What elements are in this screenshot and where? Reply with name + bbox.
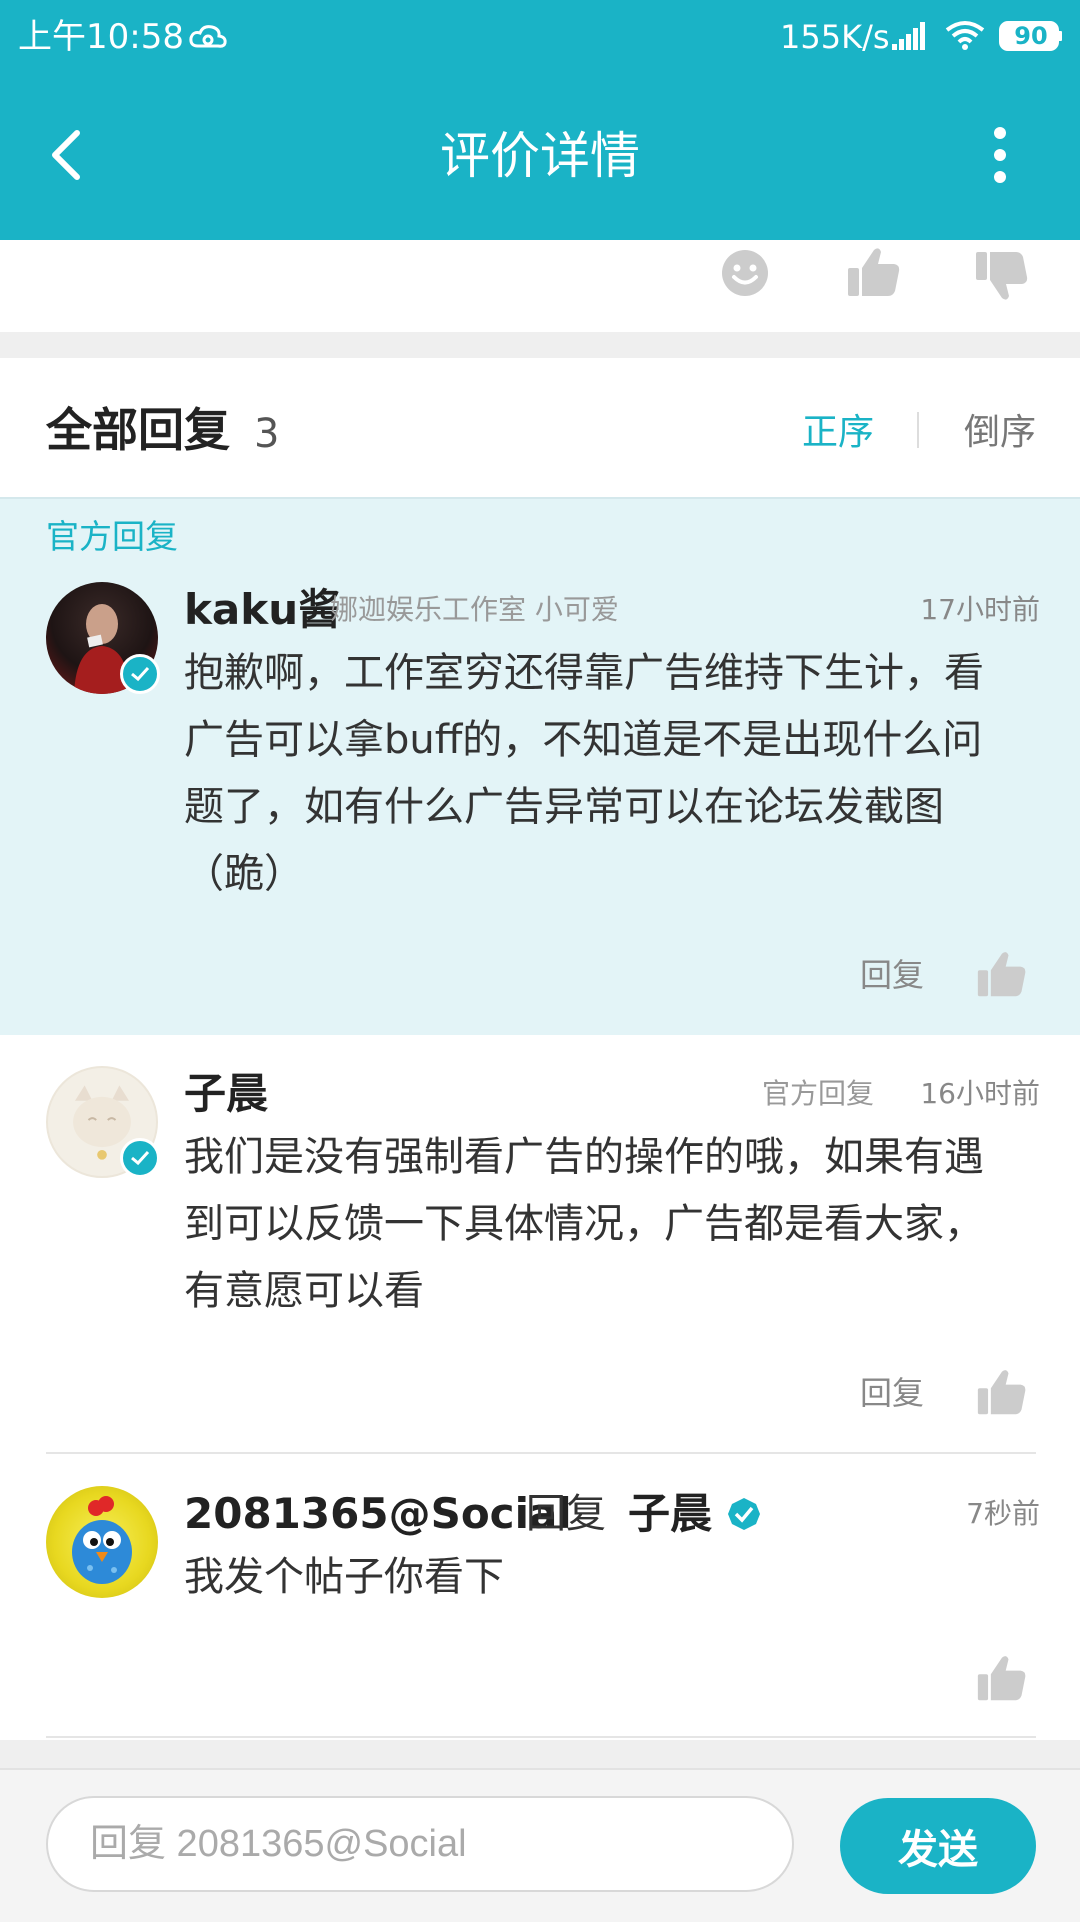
- comment-text: 我发个帖子你看下: [184, 1554, 504, 1600]
- comment-username[interactable]: kaku酱: [184, 582, 340, 638]
- section-separator: [0, 332, 1080, 358]
- sort-descending-button[interactable]: 倒序: [964, 406, 1036, 460]
- reply-button[interactable]: 回复: [860, 1370, 924, 1416]
- network-speed: 155K/s: [780, 18, 890, 56]
- verified-icon: [726, 1496, 762, 1532]
- like-icon[interactable]: [976, 1366, 1028, 1418]
- reply-button[interactable]: 回复: [860, 952, 924, 998]
- sort-ascending-button[interactable]: 正序: [802, 406, 874, 460]
- verified-icon: [120, 654, 160, 694]
- comment-user-meta: 娜迦娱乐工作室 小可爱: [330, 593, 619, 626]
- comment-divider: [46, 1736, 1036, 1738]
- signal-icon: [892, 22, 925, 50]
- battery-level: 90: [1014, 22, 1048, 50]
- comment-time: 16小时前: [920, 1077, 1040, 1110]
- wifi-icon: [945, 21, 985, 50]
- like-icon[interactable]: [976, 948, 1028, 1000]
- send-button[interactable]: 发送: [840, 1798, 1036, 1894]
- verified-icon: [120, 1138, 160, 1178]
- thumbs-up-icon[interactable]: [846, 244, 902, 300]
- replies-heading: 全部回复: [46, 403, 230, 457]
- comment-username[interactable]: 子晨: [184, 1066, 268, 1122]
- more-icon: [994, 127, 1006, 139]
- replies-count: 3: [254, 411, 280, 457]
- comment-username[interactable]: 2081365@Social: [184, 1486, 572, 1542]
- review-action-row: [0, 240, 1080, 332]
- reply-word: 回复: [526, 1491, 606, 1537]
- comment-text: 我们是没有强制看广告的操作的哦，如果有遇 到可以反馈一下具体情况，广告都是看大家…: [184, 1134, 984, 1314]
- status-time: 上午10:58: [18, 17, 184, 57]
- comment-divider: [46, 1452, 1036, 1454]
- more-options-button[interactable]: [978, 120, 1022, 190]
- bird-avatar-icon: [72, 1496, 132, 1584]
- comment-time: 7秒前: [966, 1497, 1040, 1530]
- bottom-separator: [0, 1740, 1080, 1768]
- reply-to-username[interactable]: 子晨: [628, 1486, 712, 1542]
- comment-text: 抱歉啊，工作室穷还得靠广告维持下生计，看 广告可以拿buff的，不知道是不是出现…: [184, 650, 984, 897]
- sort-divider: [917, 412, 919, 448]
- reply-input[interactable]: 回复 2081365@Social: [46, 1796, 794, 1892]
- cloud-icon: [189, 25, 227, 48]
- emoji-icon[interactable]: [720, 248, 770, 298]
- page-title: 评价详情: [440, 127, 640, 185]
- like-icon[interactable]: [976, 1652, 1028, 1704]
- comment-time: 17小时前: [920, 593, 1040, 626]
- thumbs-down-icon[interactable]: [974, 248, 1030, 304]
- official-reply-label: 官方回复: [46, 517, 178, 556]
- avatar[interactable]: [46, 1486, 158, 1598]
